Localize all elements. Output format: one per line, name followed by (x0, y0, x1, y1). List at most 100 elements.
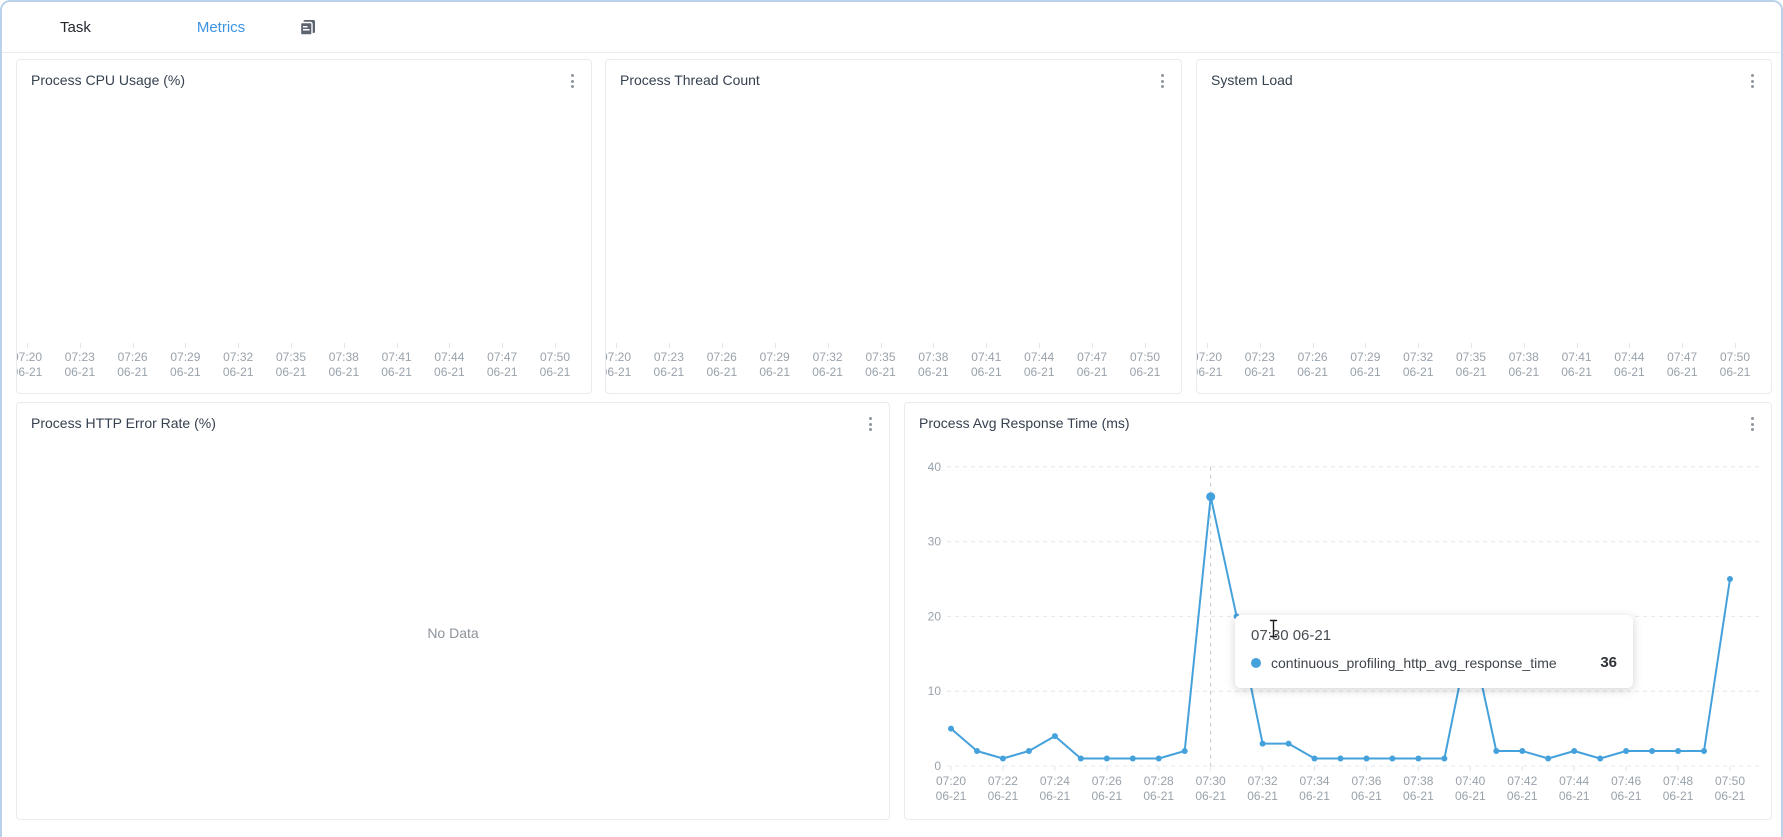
panel-header: Process Thread Count (606, 60, 1181, 100)
axis-tick (555, 343, 556, 348)
axis-tick (1471, 343, 1472, 348)
axis-tick (397, 343, 398, 348)
svg-text:06-21: 06-21 (1611, 789, 1642, 803)
svg-text:40: 40 (928, 460, 942, 474)
svg-text:0: 0 (934, 759, 941, 773)
panel-title: Process CPU Usage (%) (31, 72, 185, 88)
panel-process-http-error-rate: Process HTTP Error Rate (%) No Data (16, 402, 890, 820)
svg-text:06-21: 06-21 (936, 789, 967, 803)
svg-text:06-21: 06-21 (1559, 789, 1590, 803)
x-axis: 07:2006-2107:2306-2107:2606-2107:2906-21… (17, 343, 591, 385)
x-axis-label: 07:4406-21 (434, 350, 465, 380)
svg-text:06-21: 06-21 (1403, 789, 1434, 803)
x-axis-label: 07:3506-21 (1456, 350, 1487, 380)
axis-tick (502, 343, 503, 348)
svg-text:06-21: 06-21 (988, 789, 1019, 803)
x-axis-label: 07:3806-21 (328, 350, 359, 380)
x-axis-label: 07:4106-21 (971, 350, 1002, 380)
svg-text:07:28: 07:28 (1144, 774, 1174, 788)
panel-menu-button[interactable] (861, 413, 879, 435)
axis-tick (133, 343, 134, 348)
x-axis-label: 07:4706-21 (1077, 350, 1108, 380)
x-axis-label: 07:3506-21 (865, 350, 896, 380)
x-axis: 07:2006-2107:2306-2107:2606-2107:2906-21… (606, 343, 1181, 385)
svg-text:06-21: 06-21 (1351, 789, 1382, 803)
svg-text:07:42: 07:42 (1507, 774, 1537, 788)
response-time-line-chart[interactable]: 01020304007:2006-2107:2206-2107:2406-210… (905, 403, 1772, 820)
x-axis-label: 07:2306-21 (654, 350, 685, 380)
report-document-icon[interactable] (297, 17, 318, 38)
svg-text:07:22: 07:22 (988, 774, 1018, 788)
axis-tick (80, 343, 81, 348)
svg-text:07:40: 07:40 (1455, 774, 1485, 788)
axis-tick (185, 343, 186, 348)
x-axis-label: 07:3806-21 (1508, 350, 1539, 380)
axis-tick (1418, 343, 1419, 348)
svg-text:07:26: 07:26 (1092, 774, 1122, 788)
axis-tick (616, 343, 617, 348)
axis-tick (1577, 343, 1578, 348)
x-axis-label: 07:2006-21 (1196, 350, 1222, 380)
panel-title: System Load (1211, 72, 1293, 88)
axis-tick (1145, 343, 1146, 348)
tooltip-value: 36 (1600, 654, 1617, 671)
x-axis-label: 07:4106-21 (381, 350, 412, 380)
panel-process-thread-count: Process Thread Count 07:2006-21 07:2306-2… (605, 59, 1182, 394)
axis-tick (669, 343, 670, 348)
x-axis-label: 07:5006-21 (1720, 350, 1751, 380)
series-dot-icon (1251, 658, 1261, 668)
panel-menu-button[interactable] (1153, 70, 1171, 92)
svg-text:06-21: 06-21 (1663, 789, 1694, 803)
svg-text:06-21: 06-21 (1040, 789, 1071, 803)
axis-tick (1365, 343, 1366, 348)
tabbar-divider (2, 52, 1781, 53)
svg-text:07:30: 07:30 (1196, 774, 1226, 788)
svg-text:07:50: 07:50 (1715, 774, 1745, 788)
axis-tick (238, 343, 239, 348)
axis-tick (775, 343, 776, 348)
svg-text:07:48: 07:48 (1663, 774, 1693, 788)
svg-text:06-21: 06-21 (1143, 789, 1174, 803)
x-axis-label: 07:5006-21 (1130, 350, 1161, 380)
panel-title: Process Thread Count (620, 72, 760, 88)
x-axis-label: 07:2606-21 (117, 350, 148, 380)
x-axis: 07:2006-2107:2306-2107:2606-2107:2906-21… (1197, 343, 1771, 385)
svg-text:07:36: 07:36 (1351, 774, 1381, 788)
svg-text:06-21: 06-21 (1091, 789, 1122, 803)
tooltip-timestamp: 07:30 06-21 (1251, 627, 1617, 644)
text-cursor-icon (1268, 619, 1279, 643)
x-axis-label: 07:2306-21 (1244, 350, 1275, 380)
panel-header: Process CPU Usage (%) (17, 60, 591, 100)
axis-tick (449, 343, 450, 348)
axis-tick (1629, 343, 1630, 348)
panel-menu-button[interactable] (563, 70, 581, 92)
axis-tick (881, 343, 882, 348)
svg-text:06-21: 06-21 (1299, 789, 1330, 803)
no-data-text: No Data (17, 625, 889, 641)
svg-text:07:34: 07:34 (1300, 774, 1330, 788)
svg-text:07:24: 07:24 (1040, 774, 1070, 788)
svg-text:06-21: 06-21 (1195, 789, 1226, 803)
tooltip-series-name: continuous_profiling_http_avg_response_t… (1271, 655, 1557, 671)
axis-tick (1313, 343, 1314, 348)
tab-metrics[interactable]: Metrics (197, 19, 245, 36)
tab-bar: Task Metrics (2, 2, 1781, 52)
axis-tick (1524, 343, 1525, 348)
svg-text:07:20: 07:20 (936, 774, 966, 788)
x-axis-label: 07:3206-21 (812, 350, 843, 380)
tab-task[interactable]: Task (60, 19, 91, 36)
svg-text:07:32: 07:32 (1248, 774, 1278, 788)
x-axis-label: 07:2006-21 (16, 350, 42, 380)
x-axis-label: 07:2906-21 (170, 350, 201, 380)
x-axis-label: 07:2006-21 (605, 350, 631, 380)
axis-tick (986, 343, 987, 348)
panel-menu-button[interactable] (1743, 70, 1761, 92)
svg-text:06-21: 06-21 (1455, 789, 1486, 803)
axis-tick (27, 343, 28, 348)
x-axis-label: 07:4706-21 (1667, 350, 1698, 380)
x-axis-label: 07:4706-21 (487, 350, 518, 380)
axis-tick (1092, 343, 1093, 348)
panel-header: System Load (1197, 60, 1771, 100)
axis-tick (1207, 343, 1208, 348)
axis-tick (1735, 343, 1736, 348)
